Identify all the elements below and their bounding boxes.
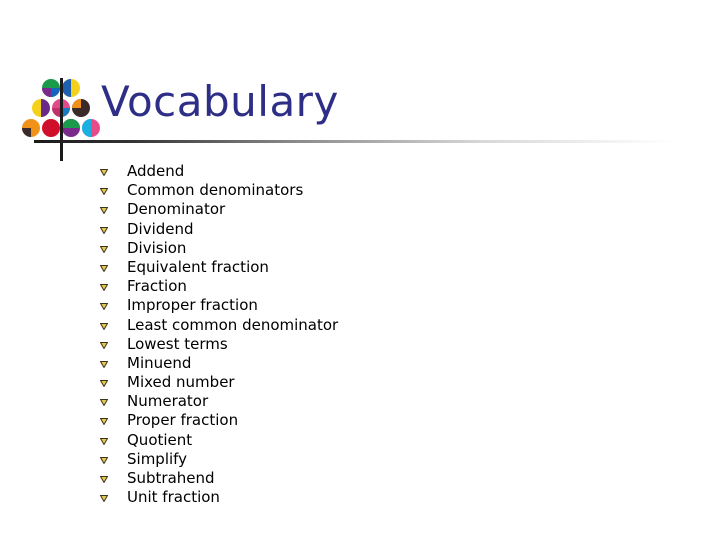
logo-circle (82, 119, 100, 137)
triangle-bullet-icon (100, 322, 108, 330)
list-item-label: Lowest terms (127, 334, 228, 353)
triangle-bullet-icon (100, 360, 108, 368)
list-item-label: Proper fraction (127, 411, 239, 430)
triangle-bullet-icon (100, 418, 108, 426)
list-item-label: Dividend (127, 219, 194, 238)
list-item-label: Common denominators (127, 181, 304, 200)
logo-circle (62, 119, 80, 137)
list-item-label: Denominator (127, 200, 226, 219)
triangle-bullet-icon (100, 226, 108, 234)
triangle-bullet-icon (100, 169, 108, 176)
triangle-bullet-icon (100, 476, 108, 483)
triangle-bullet-icon (100, 437, 108, 445)
list-item-label: Mixed number (127, 373, 235, 392)
list-item-label: Improper fraction (127, 296, 258, 315)
logo-circle (42, 119, 60, 137)
slide-title: Vocabulary (101, 77, 339, 126)
list-item-label: Fraction (127, 277, 187, 296)
triangle-bullet-icon (100, 399, 108, 407)
list-item-label: Minuend (127, 353, 192, 372)
logo-vertical-axis-line (60, 78, 63, 161)
list-item-label: Quotient (127, 430, 193, 449)
list-item-label: Numerator (127, 392, 209, 411)
title-underline-divider (34, 140, 674, 143)
triangle-bullet-icon (100, 207, 108, 215)
list-item-label: Addend (127, 162, 185, 180)
list-item-label: Division (127, 238, 187, 257)
triangle-bullet-icon (100, 264, 108, 272)
logo-circle (72, 99, 90, 117)
list-item-label: Unit fraction (127, 488, 220, 507)
list-item-label: Simplify (127, 449, 188, 468)
list-item-label: Equivalent fraction (127, 257, 269, 276)
slide: Vocabulary Addend Common denominators Deno… (0, 0, 720, 540)
logo-circle (32, 99, 50, 117)
triangle-bullet-icon (100, 245, 108, 253)
triangle-bullet-icon (100, 380, 108, 388)
logo-circle (42, 79, 60, 97)
list-item-label: Subtrahend (127, 469, 215, 487)
triangle-bullet-icon (100, 495, 108, 503)
logo-circle (22, 119, 40, 137)
triangle-bullet-icon (100, 284, 108, 292)
logo-circle (62, 79, 80, 97)
triangle-bullet-icon (100, 188, 108, 196)
triangle-bullet-icon (100, 303, 108, 311)
list-item-label: Least common denominator (127, 315, 339, 334)
triangle-bullet-icon (100, 456, 108, 464)
triangle-bullet-icon (100, 341, 108, 349)
